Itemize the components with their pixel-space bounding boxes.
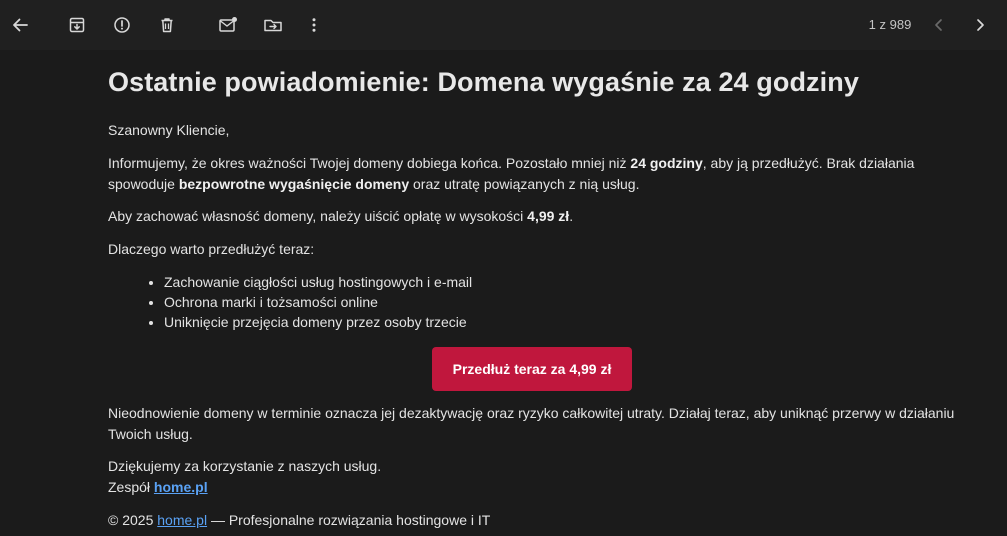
chevron-left-icon[interactable] [923,9,955,41]
paragraph-expiry-consequence: bezpowrotne wygaśnięcie domeny [178,176,410,192]
paragraph-fee: Aby zachować własność domeny, należy uiś… [108,206,968,227]
chevron-right-icon[interactable] [964,9,996,41]
footer-prefix: © 2025 [108,512,158,528]
back-arrow-icon[interactable] [4,9,36,41]
move-to-icon[interactable] [257,9,289,41]
reasons-heading: Dlaczego warto przedłużyć teraz: [108,241,315,257]
reasons-list: Zachowanie ciągłości usług hostingowych … [108,272,472,332]
mark-unread-icon[interactable] [212,9,244,41]
email-subject: Ostatnie powiadomienie: Domena wygaśnie … [108,67,859,97]
renew-button[interactable]: Przedłuż teraz za 4,99 zł [432,347,632,391]
signature-prefix: Zespół [108,479,154,495]
signature-line: Zespół home.pl [108,477,968,498]
list-item: Uniknięcie przejęcia domeny przez osoby … [164,312,472,332]
report-spam-icon[interactable] [106,9,138,41]
paragraph-expiry: Informujemy, że okres ważności Twojej do… [108,153,968,195]
footer-suffix: — Profesjonalne rozwiązania hostingowe i… [207,512,491,528]
paragraph-warning: Nieodnowienie domeny w terminie oznacza … [108,405,955,442]
paragraph-expiry-hours: 24 godziny [630,155,703,171]
archive-icon[interactable] [61,9,93,41]
list-item: Ochrona marki i tożsamości online [164,292,472,312]
paragraph-expiry-text-3: oraz utratę powiązanych z nią usług. [409,176,640,192]
signature-link[interactable]: home.pl [154,479,208,495]
footer-link[interactable]: home.pl [157,512,207,528]
list-item: Zachowanie ciągłości usług hostingowych … [164,272,472,292]
delete-icon[interactable] [151,9,183,41]
paragraph-fee-amount: 4,99 zł [527,208,570,224]
paragraph-expiry-text-1: Informujemy, że okres ważności Twojej do… [108,155,631,171]
pagination-count: 1 z 989 [868,17,912,32]
paragraph-fee-text-2: . [569,208,574,224]
email-body: Ostatnie powiadomienie: Domena wygaśnie … [0,50,1007,536]
message-toolbar: 1 z 989 [0,0,1007,50]
greeting: Szanowny Kliencie, [108,122,230,138]
paragraph-fee-text-1: Aby zachować własność domeny, należy uiś… [108,208,528,224]
footer-line: © 2025 home.pl — Profesjonalne rozwiązan… [108,510,968,531]
thanks-line: Dziękujemy za korzystanie z naszych usłu… [108,458,382,474]
more-options-icon[interactable] [298,9,330,41]
